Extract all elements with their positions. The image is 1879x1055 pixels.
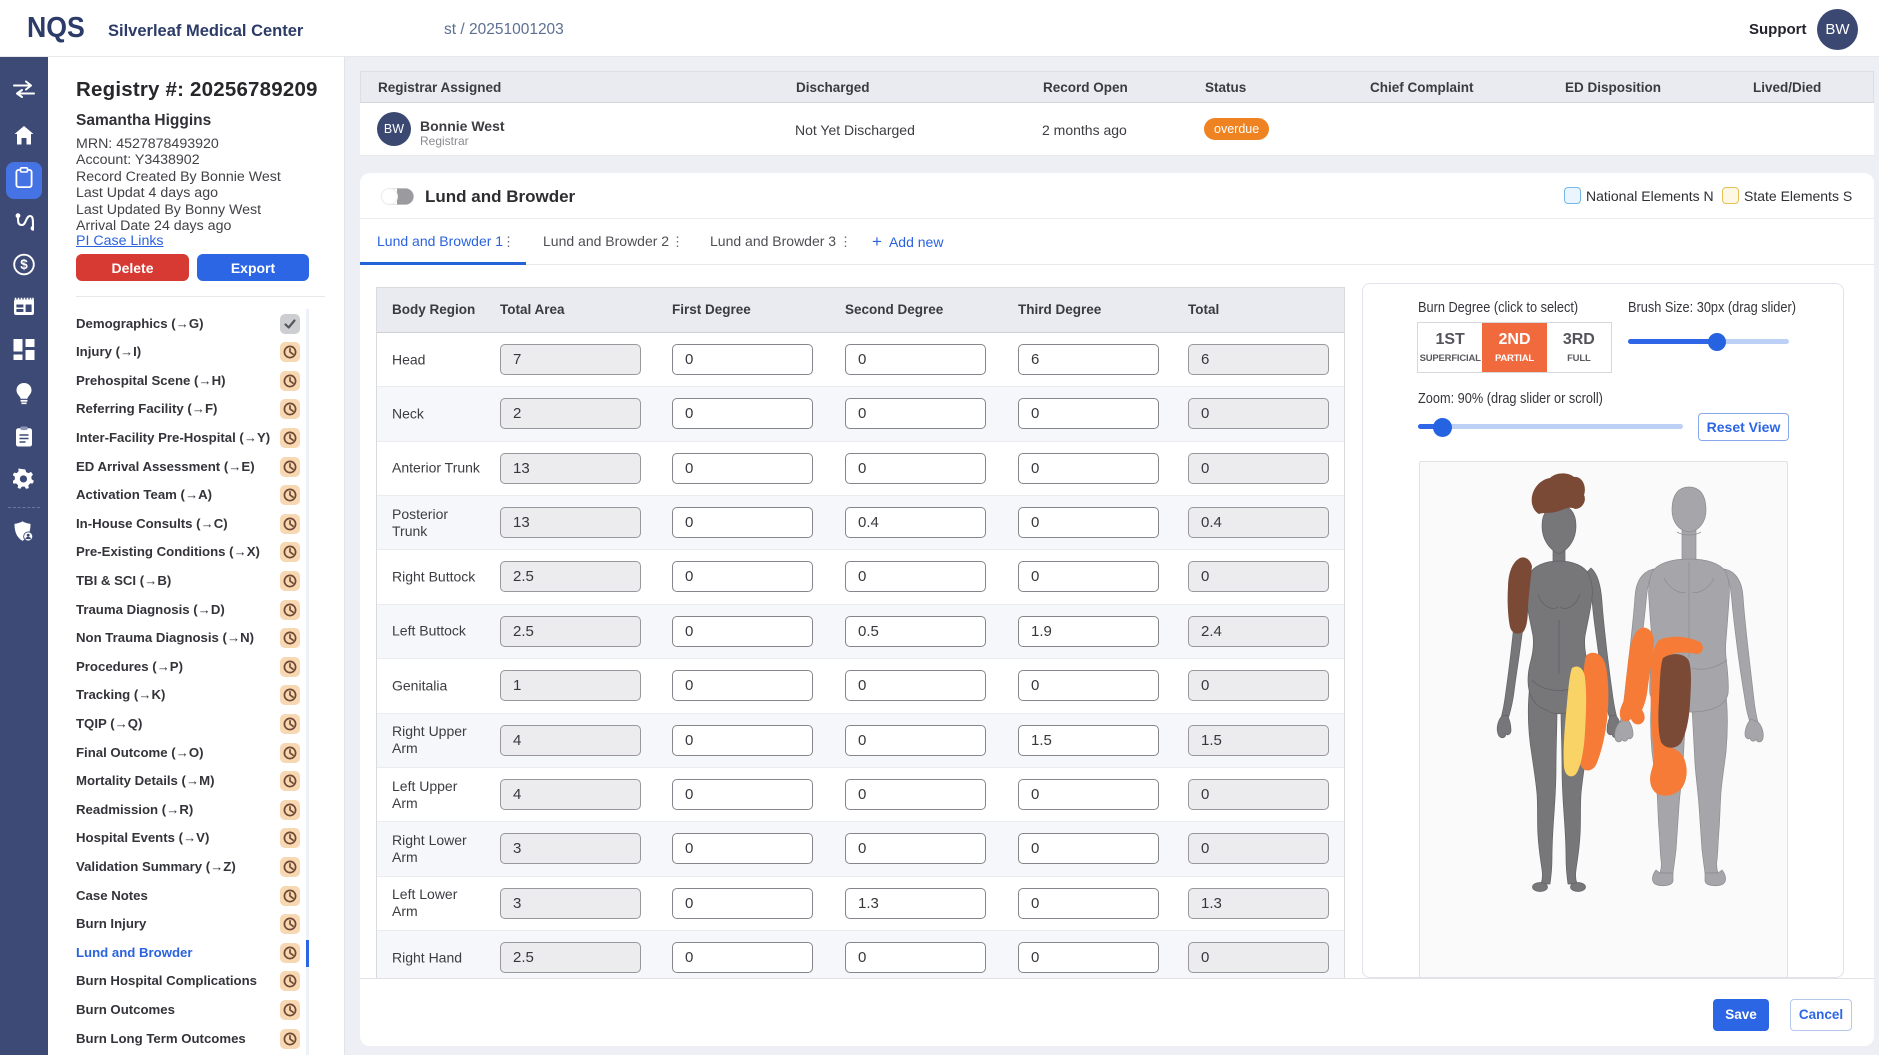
svg-text:$: $ [20, 257, 28, 272]
